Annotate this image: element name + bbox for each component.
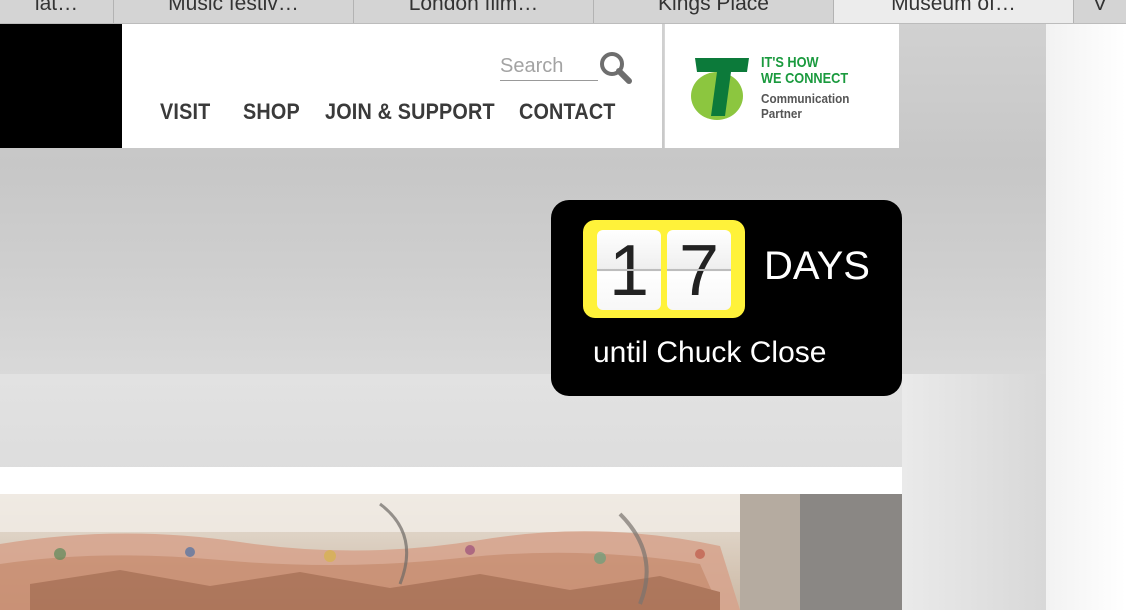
search-icon[interactable]: [598, 50, 634, 86]
countdown-digits: 1 7: [583, 220, 745, 318]
countdown-widget[interactable]: 1 7 DAYS until Chuck Close: [551, 200, 902, 396]
feature-artwork-image[interactable]: [0, 494, 902, 610]
nav-item-visit[interactable]: VISIT: [160, 99, 210, 125]
telstra-logo: [691, 56, 751, 122]
nav-item-contact[interactable]: CONTACT: [519, 99, 616, 125]
hero-wall: [1046, 24, 1126, 610]
nav-item-join-support[interactable]: JOIN & SUPPORT: [325, 99, 495, 125]
partner-banner[interactable]: IT'S HOW WE CONNECT Communication Partne…: [664, 24, 899, 148]
browser-tab[interactable]: V: [1074, 0, 1126, 23]
partner-tagline: IT'S HOW: [761, 54, 819, 71]
nav-item-shop[interactable]: SHOP: [243, 99, 300, 125]
countdown-unit: DAYS: [764, 244, 870, 288]
browser-tab-strip: lat… Music festiv… London film… Kings Pl…: [0, 0, 1126, 24]
search-input[interactable]: [500, 52, 598, 81]
partner-role: Communication: [761, 91, 850, 106]
browser-tab[interactable]: Music festiv…: [114, 0, 354, 23]
hero-pillar: [902, 374, 1046, 610]
feature-divider: [0, 467, 902, 494]
countdown-caption: until Chuck Close: [593, 336, 827, 369]
countdown-digit: 1: [597, 230, 661, 311]
site-logo[interactable]: [0, 24, 122, 148]
browser-tab-active[interactable]: Museum of…: [834, 0, 1074, 23]
browser-tab[interactable]: Kings Place: [594, 0, 834, 23]
partner-tagline: WE CONNECT: [761, 70, 849, 87]
browser-tab[interactable]: lat…: [0, 0, 114, 23]
browser-tab[interactable]: London film…: [354, 0, 594, 23]
site-header-nav: VISIT SHOP JOIN & SUPPORT CONTACT: [122, 24, 662, 148]
partner-role: Partner: [761, 106, 802, 121]
countdown-digit: 7: [667, 230, 731, 311]
